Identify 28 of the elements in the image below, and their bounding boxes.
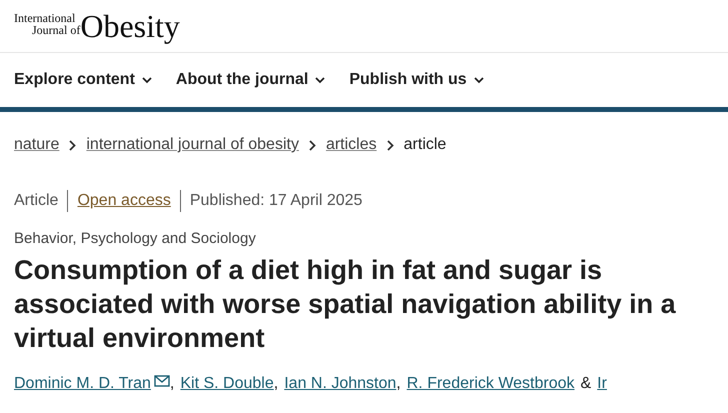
breadcrumb-link[interactable]: nature xyxy=(14,136,60,154)
chevron-down-icon xyxy=(474,76,484,84)
subject-category: Behavior, Psychology and Sociology xyxy=(14,230,257,247)
breadcrumb-link[interactable]: articles xyxy=(326,136,377,154)
separator-text: , xyxy=(170,375,174,393)
nav-menu-button[interactable]: Explore content xyxy=(14,71,152,89)
author-link[interactable]: Ir xyxy=(597,375,607,393)
chevron-right-icon xyxy=(386,140,394,150)
nav-menu-button[interactable]: Publish with us xyxy=(349,71,484,89)
nav-menu-button[interactable]: About the journal xyxy=(176,71,326,89)
author-link[interactable]: R. Frederick Westbrook xyxy=(406,375,574,393)
publish-date: Published: 17 April 2025 xyxy=(190,192,362,210)
breadcrumb-link[interactable]: international journal of obesity xyxy=(86,136,299,154)
article-title: Consumption of a diet high in fat and sugar is associated with worse spatial navigation ability in a virtual environment xyxy=(14,254,677,355)
envelope-icon[interactable] xyxy=(154,375,170,387)
chevron-right-icon xyxy=(308,140,316,150)
author-link[interactable]: Kit S. Double xyxy=(180,375,274,393)
separator-text: , xyxy=(396,375,401,393)
breadcrumb-current: article xyxy=(404,136,446,154)
separator-text: , xyxy=(274,375,278,393)
chevron-right-icon xyxy=(69,140,76,150)
author-link[interactable]: Ian N. Johnston xyxy=(284,375,396,393)
chevron-down-icon xyxy=(142,76,152,84)
article-type: Article xyxy=(14,192,58,210)
open-access-link[interactable]: Open access xyxy=(77,192,171,210)
chevron-down-icon xyxy=(315,76,326,84)
author-link[interactable]: Dominic M. D. Tran xyxy=(14,375,151,393)
separator-text: & xyxy=(580,375,592,393)
